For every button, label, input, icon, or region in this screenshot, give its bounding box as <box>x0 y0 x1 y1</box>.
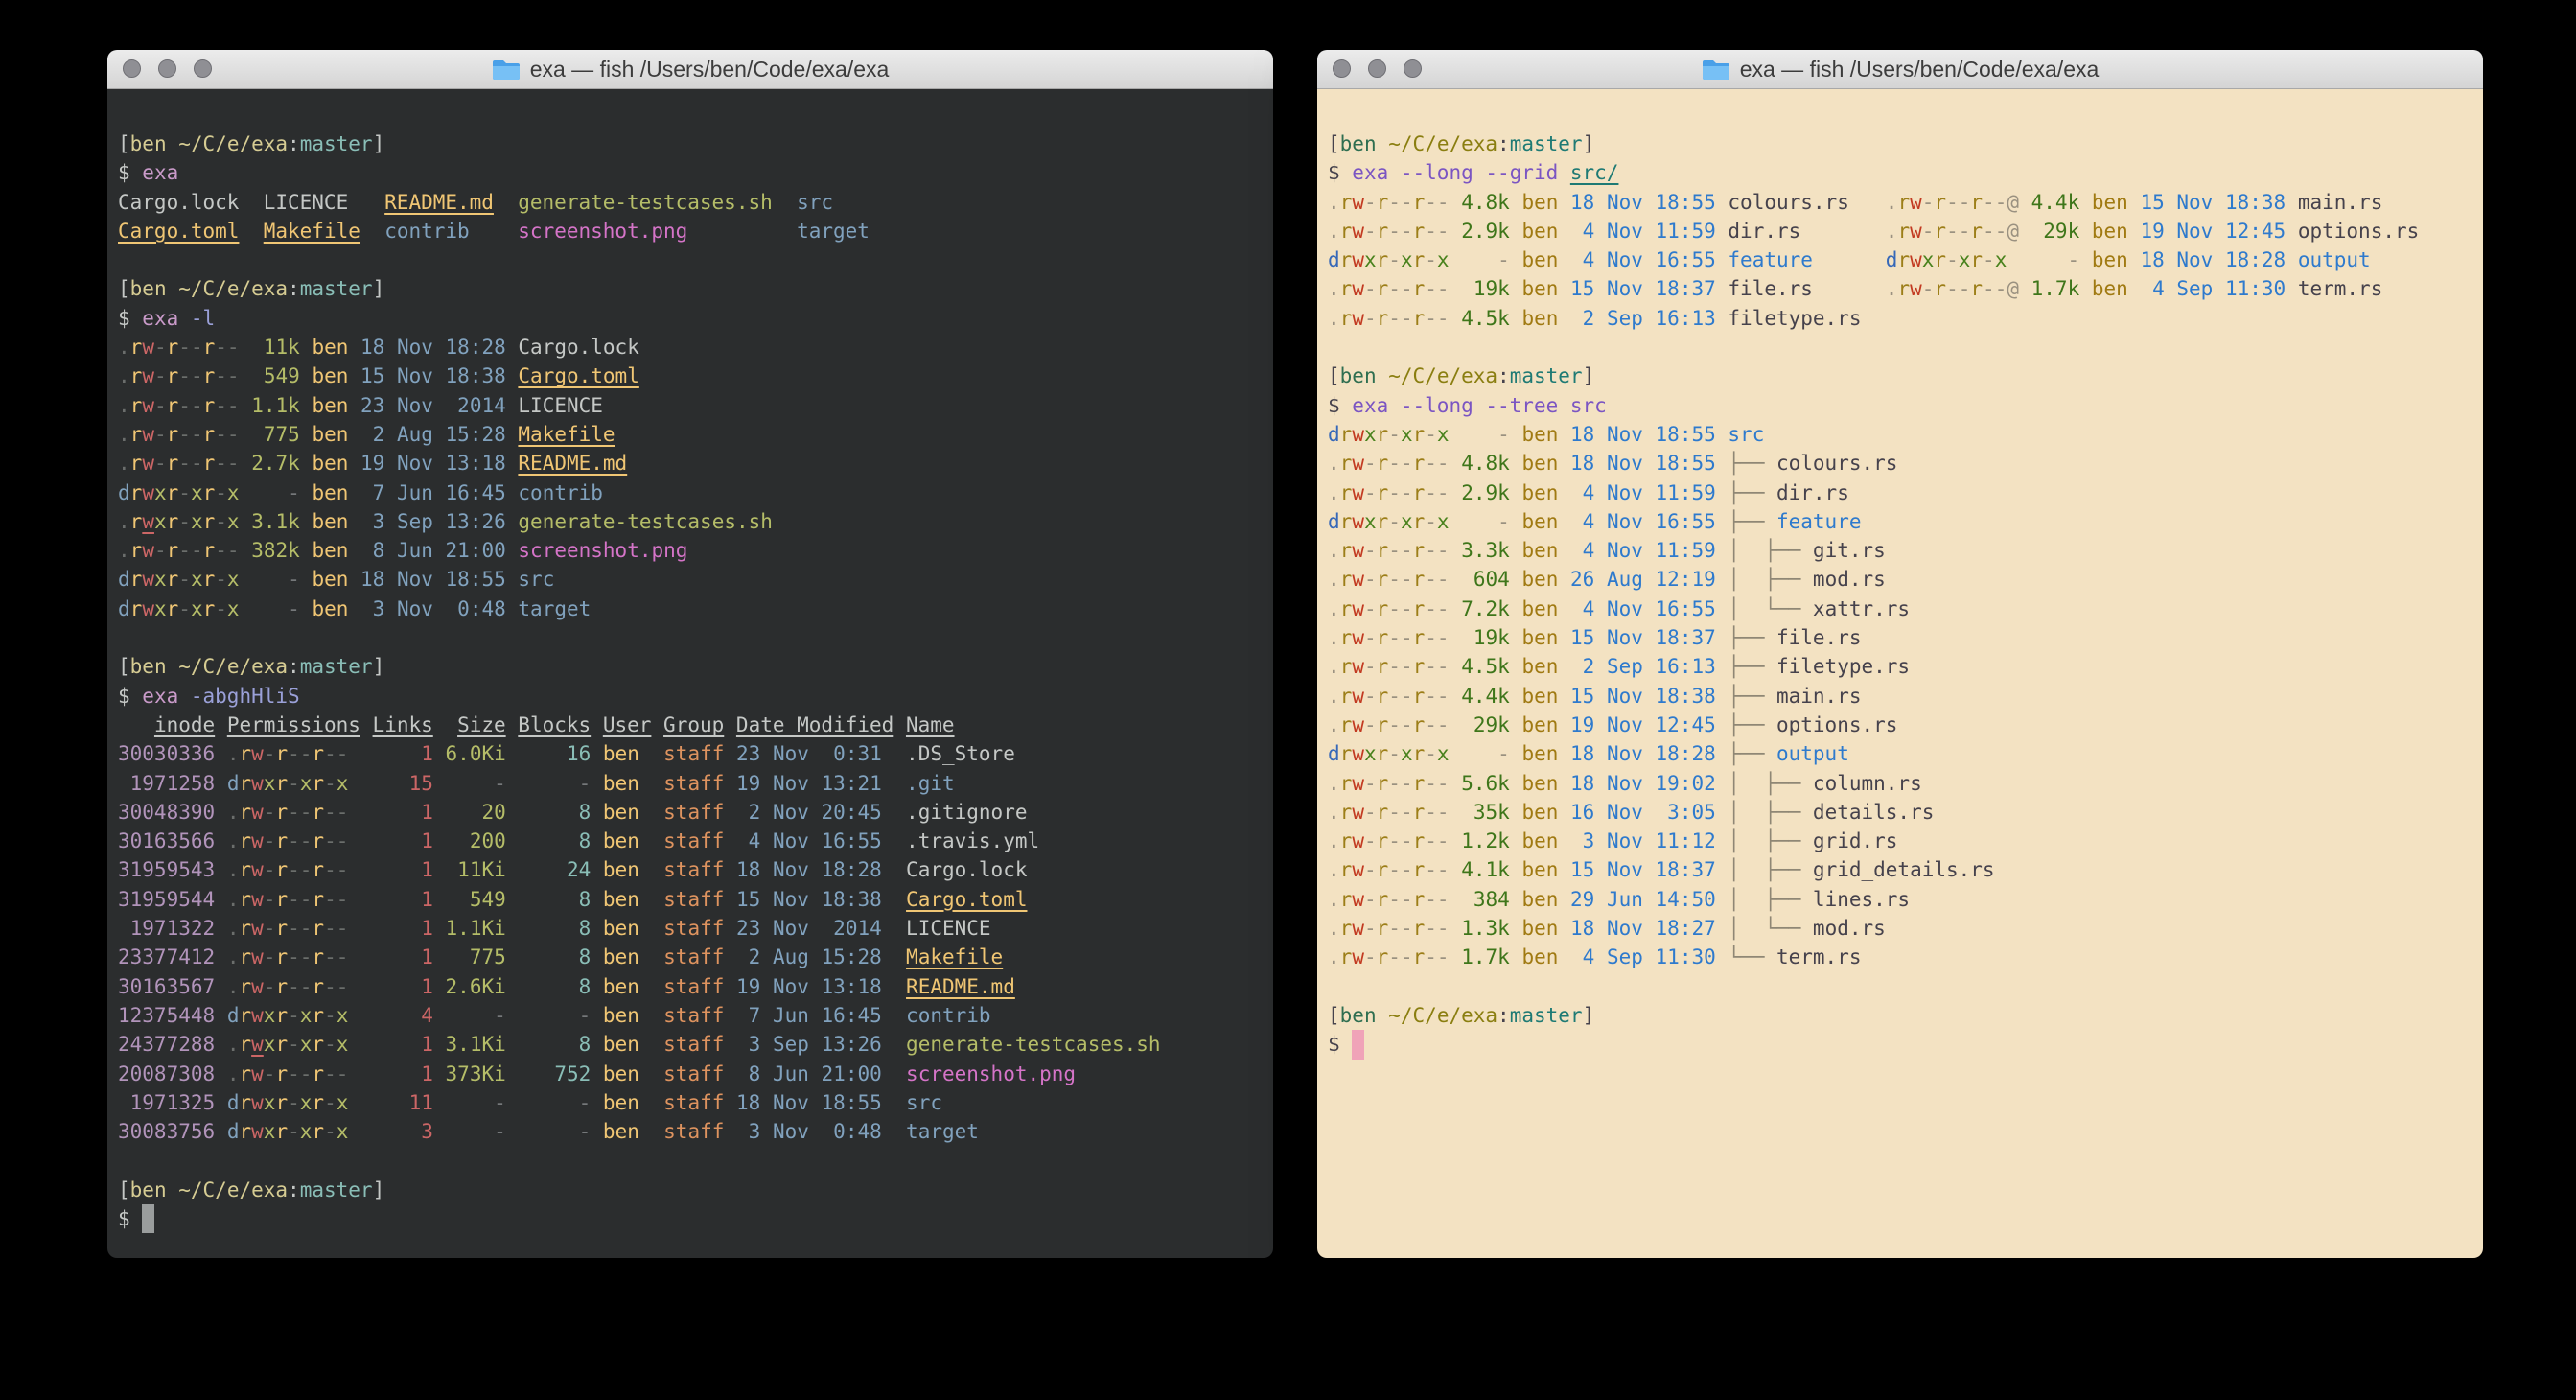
terminal-window-dark: exa — fish /Users/ben/Code/exa/exa [ben … <box>107 50 1273 1258</box>
terminal-line: $ exa -l <box>118 304 1264 333</box>
terminal-line: drwxr-xr-x - ben 18 Nov 18:28 ├── output <box>1328 739 2473 768</box>
terminal-line <box>1328 972 2473 1001</box>
terminal-line: Cargo.toml Makefile contrib screenshot.p… <box>118 217 1264 245</box>
terminal-line: drwxr-xr-x - ben 4 Nov 16:55 feature drw… <box>1328 245 2473 274</box>
terminal-line: 31959543 .rw-r--r-- 1 11Ki 24 ben staff … <box>118 855 1264 884</box>
terminal-line: .rw-r--r-- 29k ben 19 Nov 12:45 ├── opti… <box>1328 711 2473 739</box>
terminal-line: 1971258 drwxr-xr-x 15 - - ben staff 19 N… <box>118 769 1264 798</box>
terminal-line: .rw-r--r-- 775 ben 2 Aug 15:28 Makefile <box>118 420 1264 449</box>
folder-icon <box>1702 58 1730 81</box>
terminal-line: .rw-r--r-- 2.7k ben 19 Nov 13:18 README.… <box>118 449 1264 478</box>
terminal-line: 20087308 .rw-r--r-- 1 373Ki 752 ben staf… <box>118 1060 1264 1088</box>
window-title: exa — fish /Users/ben/Code/exa/exa <box>1702 57 2100 82</box>
terminal-line: drwxr-xr-x - ben 18 Nov 18:55 src <box>1328 420 2473 449</box>
terminal-line: .rw-r--r-- 1.3k ben 18 Nov 18:27 │ └── m… <box>1328 914 2473 943</box>
terminal-line: .rw-r--r-- 549 ben 15 Nov 18:38 Cargo.to… <box>118 362 1264 390</box>
terminal-line: .rw-r--r-- 3.3k ben 4 Nov 11:59 │ ├── gi… <box>1328 536 2473 565</box>
terminal-line: .rw-r--r-- 5.6k ben 18 Nov 19:02 │ ├── c… <box>1328 769 2473 798</box>
terminal-window-light: exa — fish /Users/ben/Code/exa/exa [ben … <box>1317 50 2483 1258</box>
terminal-line: 30163566 .rw-r--r-- 1 200 8 ben staff 4 … <box>118 827 1264 855</box>
terminal-line: .rw-r--r-- 1.7k ben 4 Sep 11:30 └── term… <box>1328 943 2473 971</box>
window-title-text: exa — fish /Users/ben/Code/exa/exa <box>530 57 890 82</box>
window-controls <box>123 59 212 78</box>
terminal-line: $ exa --long --grid src/ <box>1328 158 2473 187</box>
terminal-line: drwxr-xr-x - ben 7 Jun 16:45 contrib <box>118 478 1264 507</box>
terminal-line: 31959544 .rw-r--r-- 1 549 8 ben staff 15… <box>118 885 1264 914</box>
terminal-line: $ <box>118 1204 1264 1233</box>
terminal-line <box>118 1146 1264 1175</box>
terminal-line: .rw-r--r-- 19k ben 15 Nov 18:37 ├── file… <box>1328 623 2473 652</box>
zoom-button[interactable] <box>1404 59 1422 78</box>
terminal-line: [ben ~/C/e/exa:master] <box>1328 362 2473 390</box>
terminal-line: .rw-r--r-- 7.2k ben 4 Nov 16:55 │ └── xa… <box>1328 595 2473 623</box>
window-title-text: exa — fish /Users/ben/Code/exa/exa <box>1740 57 2100 82</box>
terminal-line <box>118 245 1264 274</box>
terminal-line: $ exa -abghHliS <box>118 682 1264 711</box>
terminal-line: drwxr-xr-x - ben 3 Nov 0:48 target <box>118 595 1264 623</box>
terminal-line: .rw-r--r-- 4.5k ben 2 Sep 16:13 ├── file… <box>1328 652 2473 681</box>
close-button[interactable] <box>123 59 141 78</box>
minimize-button[interactable] <box>1368 59 1386 78</box>
terminal-line: .rw-r--r-- 382k ben 8 Jun 21:00 screensh… <box>118 536 1264 565</box>
terminal-line: .rw-r--r-- 4.4k ben 15 Nov 18:38 ├── mai… <box>1328 682 2473 711</box>
terminal-line: [ben ~/C/e/exa:master] <box>118 274 1264 303</box>
terminal-line: 12375448 drwxr-xr-x 4 - - ben staff 7 Ju… <box>118 1001 1264 1030</box>
terminal-line: $ exa <box>118 158 1264 187</box>
terminal-line: .rw-r--r-- 1.2k ben 3 Nov 11:12 │ ├── gr… <box>1328 827 2473 855</box>
terminal-line: $ <box>1328 1030 2473 1059</box>
terminal-screen-dark[interactable]: [ben ~/C/e/exa:master]$ exaCargo.lock LI… <box>107 89 1273 1258</box>
terminal-line: .rw-r--r-- 4.1k ben 15 Nov 18:37 │ ├── g… <box>1328 855 2473 884</box>
terminal-line: .rw-r--r-- 604 ben 26 Aug 12:19 │ ├── mo… <box>1328 565 2473 594</box>
terminal-line: drwxr-xr-x - ben 4 Nov 16:55 ├── feature <box>1328 507 2473 536</box>
terminal-line: .rw-r--r-- 1.1k ben 23 Nov 2014 LICENCE <box>118 391 1264 420</box>
terminal-line: .rw-r--r-- 11k ben 18 Nov 18:28 Cargo.lo… <box>118 333 1264 362</box>
window-controls <box>1333 59 1422 78</box>
titlebar: exa — fish /Users/ben/Code/exa/exa <box>107 50 1273 89</box>
terminal-line: [ben ~/C/e/exa:master] <box>118 129 1264 158</box>
close-button[interactable] <box>1333 59 1351 78</box>
terminal-line: .rw-r--r-- 2.9k ben 4 Nov 11:59 ├── dir.… <box>1328 478 2473 507</box>
terminal-line: drwxr-xr-x - ben 18 Nov 18:55 src <box>118 565 1264 594</box>
terminal-line: inode Permissions Links Size Blocks User… <box>118 711 1264 739</box>
terminal-line: 30163567 .rw-r--r-- 1 2.6Ki 8 ben staff … <box>118 972 1264 1001</box>
folder-icon <box>492 58 521 81</box>
terminal-line: .rw-r--r-- 4.5k ben 2 Sep 16:13 filetype… <box>1328 304 2473 333</box>
terminal-line: .rw-r--r-- 35k ben 16 Nov 3:05 │ ├── det… <box>1328 798 2473 827</box>
terminal-line: .rw-r--r-- 4.8k ben 18 Nov 18:55 colours… <box>1328 188 2473 217</box>
terminal-line: .rw-r--r-- 19k ben 15 Nov 18:37 file.rs … <box>1328 274 2473 303</box>
terminal-line: 23377412 .rw-r--r-- 1 775 8 ben staff 2 … <box>118 943 1264 971</box>
terminal-line: $ exa --long --tree src <box>1328 391 2473 420</box>
zoom-button[interactable] <box>194 59 212 78</box>
terminal-line: [ben ~/C/e/exa:master] <box>1328 129 2473 158</box>
terminal-line: 30083756 drwxr-xr-x 3 - - ben staff 3 No… <box>118 1117 1264 1146</box>
minimize-button[interactable] <box>158 59 176 78</box>
terminal-line: .rw-r--r-- 2.9k ben 4 Nov 11:59 dir.rs .… <box>1328 217 2473 245</box>
desktop: { "windows": { "left": { "title": "exa —… <box>0 0 2576 1400</box>
terminal-screen-light[interactable]: [ben ~/C/e/exa:master]$ exa --long --gri… <box>1317 89 2483 1258</box>
terminal-line <box>1328 333 2473 362</box>
terminal-line: 1971322 .rw-r--r-- 1 1.1Ki 8 ben staff 2… <box>118 914 1264 943</box>
terminal-line: 30048390 .rw-r--r-- 1 20 8 ben staff 2 N… <box>118 798 1264 827</box>
terminal-line: 1971325 drwxr-xr-x 11 - - ben staff 18 N… <box>118 1088 1264 1117</box>
terminal-line: 30030336 .rw-r--r-- 1 6.0Ki 16 ben staff… <box>118 739 1264 768</box>
terminal-line: .rw-r--r-- 4.8k ben 18 Nov 18:55 ├── col… <box>1328 449 2473 478</box>
terminal-line: 24377288 .rwxr-xr-x 1 3.1Ki 8 ben staff … <box>118 1030 1264 1059</box>
terminal-line: [ben ~/C/e/exa:master] <box>118 1176 1264 1204</box>
window-title: exa — fish /Users/ben/Code/exa/exa <box>492 57 890 82</box>
terminal-line: [ben ~/C/e/exa:master] <box>1328 1001 2473 1030</box>
terminal-line: [ben ~/C/e/exa:master] <box>118 652 1264 681</box>
terminal-line: .rw-r--r-- 384 ben 29 Jun 14:50 │ ├── li… <box>1328 885 2473 914</box>
titlebar: exa — fish /Users/ben/Code/exa/exa <box>1317 50 2483 89</box>
terminal-line: .rwxr-xr-x 3.1k ben 3 Sep 13:26 generate… <box>118 507 1264 536</box>
terminal-line <box>118 623 1264 652</box>
terminal-line: Cargo.lock LICENCE README.md generate-te… <box>118 188 1264 217</box>
